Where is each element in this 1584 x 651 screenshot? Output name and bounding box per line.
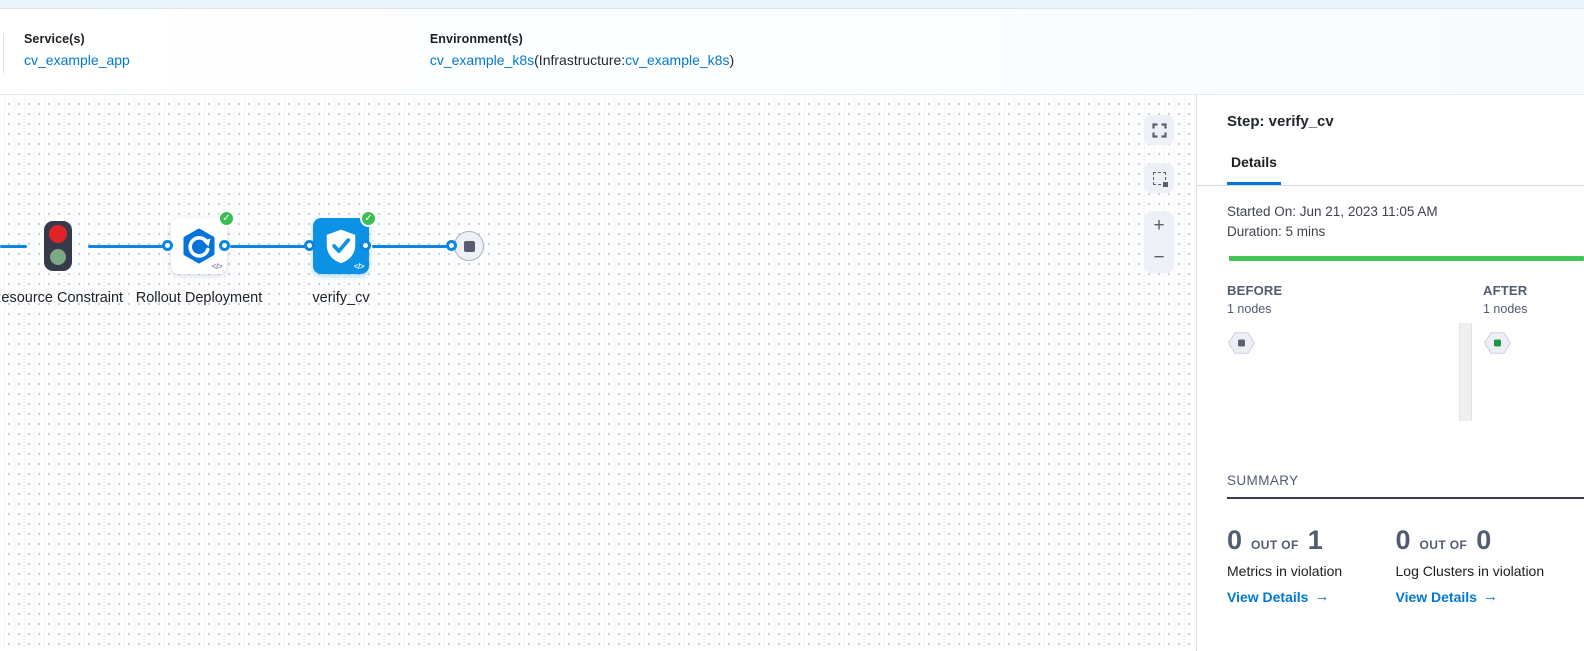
tab-details[interactable]: Details [1227,154,1281,185]
hexagon-node-icon [1227,331,1256,355]
view-details-text: View Details [1227,589,1308,605]
metrics-violation-label: Metrics in violation [1227,563,1396,579]
environment-group: Environment(s) cv_example_k8s(Infrastruc… [430,9,734,68]
node-resource-constraint[interactable] [44,221,72,271]
before-title: BEFORE [1227,283,1459,298]
before-list-scrollbar[interactable] [1459,323,1472,421]
metrics-view-details-link[interactable]: View Details → [1227,588,1329,605]
marquee-select-button[interactable] [1144,163,1174,193]
zoom-in-button[interactable]: + [1153,217,1164,235]
verify-shield-icon [322,227,360,265]
success-check-badge: ✓ [218,210,235,227]
environment-link[interactable]: cv_example_k8s [430,52,534,68]
infrastructure-link[interactable]: cv_example_k8s [625,52,729,68]
edge-incoming [0,245,27,248]
before-node-hexagon[interactable] [1227,331,1459,360]
arrow-right-icon: → [1483,588,1498,605]
infrastructure-prefix: (Infrastructure: [534,52,625,68]
arrow-right-icon: → [1314,588,1329,605]
marquee-select-icon [1153,172,1166,185]
port-rollout-in [162,240,173,251]
environment-label: Environment(s) [430,32,734,46]
edge-verify-to-end [372,245,452,248]
node-label-verify-cv: verify_cv [271,288,411,309]
top-strip [0,0,1584,9]
port-verify-in [304,240,315,251]
infrastructure-suffix: ) [729,52,734,68]
summary-section: SUMMARY 0 OUT OF 1 Metrics in violation … [1227,473,1564,607]
log-clusters-violation-label: Log Clusters in violation [1396,563,1565,579]
node-end[interactable] [454,231,484,261]
fullscreen-button[interactable] [1144,115,1174,145]
out-of-label: OUT OF [1420,538,1468,552]
log-clusters-view-details-link[interactable]: View Details → [1396,588,1498,605]
stop-square-icon [464,241,475,252]
success-check-badge: ✓ [360,210,377,227]
before-column: BEFORE 1 nodes [1227,283,1459,455]
traffic-red-light-icon [49,225,67,243]
header-left-divider [3,33,4,73]
node-label-rollout-deployment: Rollout Deployment [129,288,269,309]
service-label: Service(s) [24,32,130,46]
panel-tabs: Details [1227,154,1564,185]
metrics-total-count: 1 [1308,525,1323,556]
log-clusters-violation-count: 0 [1396,525,1411,556]
after-column: AFTER 1 nodes [1472,283,1564,455]
app-window: Service(s) cv_example_app Environment(s)… [0,0,1584,651]
edge-constraint-to-rollout [88,245,168,248]
node-label-resource-constraint: Resource Constraint [0,288,127,309]
port-end-in [446,240,457,251]
before-after-comparison: BEFORE 1 nodes AFTER 1 nodes [1227,283,1564,455]
after-node-hexagon[interactable] [1483,331,1564,360]
started-on-text: Started On: Jun 21, 2023 11:05 AM [1227,202,1564,222]
after-node-count: 1 nodes [1483,302,1564,316]
summary-title: SUMMARY [1227,473,1584,499]
traffic-green-light-icon [50,249,66,265]
metrics-violation-card: 0 OUT OF 1 Metrics in violation View Det… [1227,525,1396,607]
out-of-label: OUT OF [1251,538,1299,552]
step-details-panel: Step: verify_cv Details Started On: Jun … [1196,95,1584,651]
fullscreen-icon [1152,123,1167,138]
before-node-count: 1 nodes [1227,302,1459,316]
edge-rollout-to-verify [230,245,310,248]
step-title: Step: verify_cv [1227,113,1564,130]
zoom-out-button[interactable]: − [1153,249,1164,267]
execution-context-bar: Service(s) cv_example_app Environment(s)… [0,9,1584,95]
service-group: Service(s) cv_example_app [24,9,130,68]
code-icon: </​> [212,262,222,271]
rollout-deployment-icon [180,227,218,265]
duration-text: Duration: 5 mins [1227,222,1564,242]
zoom-controls: + − [1144,211,1174,273]
after-title: AFTER [1483,283,1564,298]
port-rollout-out [219,240,230,251]
view-details-text: View Details [1396,589,1477,605]
metrics-violation-count: 0 [1227,525,1242,556]
code-icon: </​> [354,262,364,271]
log-clusters-total-count: 0 [1476,525,1491,556]
hexagon-node-icon [1483,331,1512,355]
log-clusters-violation-card: 0 OUT OF 0 Log Clusters in violation Vie… [1396,525,1565,607]
service-link[interactable]: cv_example_app [24,52,130,68]
duration-progress-bar [1229,256,1584,261]
port-verify-out [360,240,371,251]
pipeline-canvas[interactable]: ✓ </​> ✓ </​> Resource Constraint [0,95,1196,650]
